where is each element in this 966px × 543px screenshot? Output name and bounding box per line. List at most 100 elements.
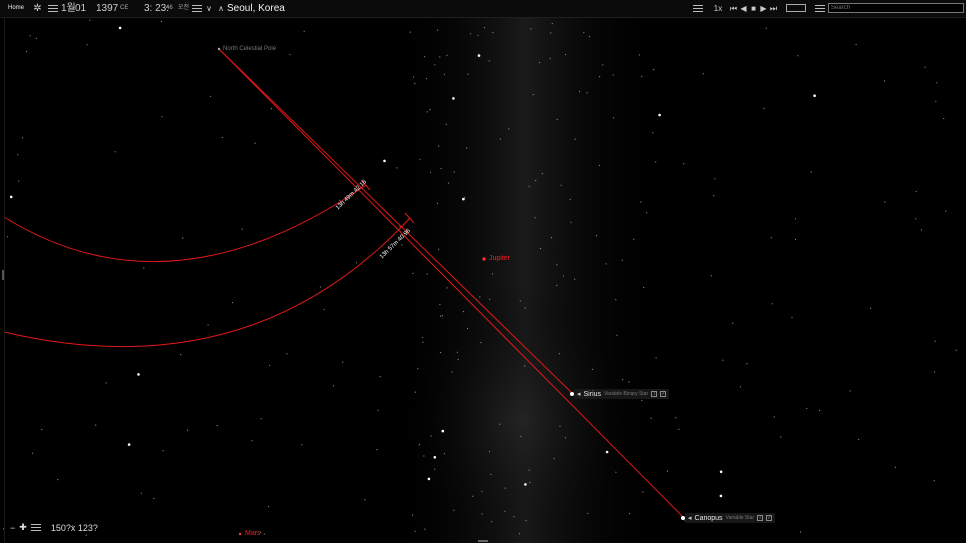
bottom-panel-handle[interactable] — [478, 540, 488, 542]
info-icon[interactable]: i — [757, 515, 764, 521]
star — [599, 76, 601, 78]
search-input[interactable] — [828, 3, 964, 13]
am-pm-field[interactable]: 오전 — [178, 0, 189, 17]
home-button[interactable]: Home — [8, 0, 24, 17]
star — [535, 180, 537, 182]
star — [818, 409, 821, 412]
stop-icon[interactable]: ■ — [749, 0, 758, 17]
month-field[interactable]: 1월 — [61, 0, 76, 17]
north-celestial-pole-label[interactable]: North Celestial Pole — [223, 46, 276, 52]
star — [642, 491, 644, 493]
star — [653, 69, 655, 71]
info-icon[interactable]: i — [651, 391, 658, 397]
star — [456, 351, 458, 353]
target-arrow-icon: ◂ — [688, 515, 692, 522]
left-panel-edge — [4, 18, 5, 543]
star — [559, 425, 561, 427]
star — [621, 259, 623, 261]
zoom-in-icon[interactable]: ✚ — [19, 522, 27, 533]
view-menu-icon[interactable] — [815, 0, 825, 17]
skip-back-icon[interactable]: ⏮ — [729, 0, 738, 17]
star — [588, 36, 591, 38]
star — [499, 423, 501, 425]
star — [437, 29, 439, 31]
playback-menu-icon[interactable] — [693, 0, 703, 17]
star — [539, 61, 541, 64]
star — [799, 531, 802, 533]
play-icon[interactable]: ▶ — [759, 0, 768, 17]
star — [35, 37, 37, 40]
star — [598, 164, 601, 166]
seconds-field[interactable]: 46 — [166, 0, 173, 17]
left-panel-handle[interactable] — [2, 270, 4, 280]
year-field[interactable]: 1397 — [96, 0, 118, 17]
star — [162, 450, 164, 452]
checkbox-icon[interactable]: ✓ — [660, 391, 667, 397]
star — [472, 495, 474, 497]
star — [710, 275, 713, 277]
zoom-out-icon[interactable]: − — [10, 523, 15, 533]
star — [884, 80, 886, 82]
star — [650, 417, 652, 419]
star — [422, 341, 424, 343]
star — [286, 353, 288, 355]
star — [210, 95, 212, 97]
hour-circle-arc-1 — [3, 184, 367, 263]
star — [418, 444, 420, 446]
star — [587, 512, 589, 514]
star — [424, 528, 426, 530]
star — [453, 171, 455, 173]
skip-forward-icon[interactable]: ⏭ — [769, 0, 778, 17]
star — [160, 20, 163, 23]
star — [934, 340, 936, 342]
star — [655, 161, 657, 163]
north-pole-marker[interactable] — [217, 47, 221, 51]
star — [560, 184, 562, 186]
star — [453, 509, 455, 511]
star — [529, 482, 531, 484]
jupiter-marker[interactable] — [482, 257, 486, 261]
jupiter-label[interactable]: Jupiter — [489, 255, 510, 262]
star — [430, 171, 432, 173]
star — [520, 435, 522, 437]
sky-view[interactable] — [0, 18, 966, 543]
location-name[interactable]: Seoul, Korea — [227, 0, 285, 17]
star — [646, 212, 648, 214]
star — [578, 90, 581, 93]
hour-circle-arc-2 — [3, 217, 411, 348]
star — [722, 359, 724, 361]
star — [652, 132, 654, 134]
star — [127, 443, 131, 446]
star — [95, 424, 97, 426]
time-menu-icon[interactable] — [192, 0, 202, 17]
chevron-down-icon[interactable]: ∨ — [204, 0, 214, 17]
star — [439, 56, 441, 58]
star — [419, 158, 421, 160]
star — [186, 429, 189, 431]
star — [955, 349, 957, 351]
date-menu-icon[interactable] — [48, 0, 58, 17]
speed-label[interactable]: 1x — [712, 0, 724, 17]
mars-label[interactable]: Mars — [245, 530, 261, 537]
zoom-menu-icon[interactable] — [30, 521, 41, 534]
star — [434, 468, 436, 470]
star — [641, 399, 643, 402]
fullscreen-icon[interactable] — [786, 4, 806, 12]
star — [364, 499, 366, 501]
star — [490, 473, 492, 475]
star — [401, 244, 403, 246]
star — [118, 26, 122, 30]
star — [556, 284, 558, 286]
star — [412, 514, 414, 516]
mars-marker[interactable] — [238, 532, 242, 536]
chevron-up-icon[interactable]: ∧ — [216, 0, 226, 17]
sirius-label[interactable]: ◂ Sirius Variable Binary Star i ✓ — [574, 389, 670, 399]
day-field[interactable]: 01 — [75, 0, 86, 17]
canopus-label[interactable]: ◂ Canopus Variable Star i ✓ — [685, 513, 776, 523]
settings-gear-icon[interactable]: ✲ — [32, 0, 43, 17]
checkbox-icon[interactable]: ✓ — [766, 515, 773, 521]
star — [161, 116, 163, 118]
star — [641, 75, 643, 78]
field-of-view-readout: 150?x 123? — [50, 522, 98, 533]
step-back-icon[interactable]: ◀ — [739, 0, 748, 17]
